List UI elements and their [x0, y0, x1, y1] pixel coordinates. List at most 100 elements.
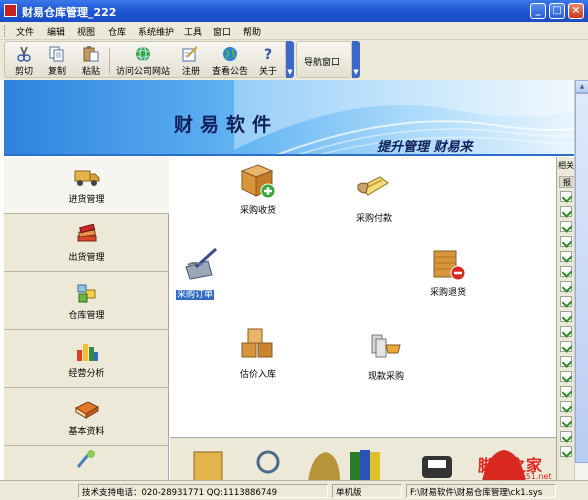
svg-text:?: ? — [264, 47, 272, 62]
purchase-payment-label: 采购付款 — [355, 214, 392, 224]
menu-view[interactable]: 视图 — [77, 25, 95, 38]
truck-icon — [74, 166, 100, 188]
order-icon — [182, 247, 222, 283]
scroll-thumb[interactable] — [575, 93, 588, 463]
globe-icon — [134, 46, 152, 62]
menu-grip — [4, 25, 7, 37]
scissors-icon — [15, 46, 33, 62]
related-row[interactable] — [560, 446, 572, 457]
maximize-button[interactable]: □ — [549, 3, 565, 19]
related-row[interactable] — [560, 206, 572, 217]
view-notice-button[interactable]: 查看公告 — [210, 46, 250, 78]
nav-label-purchase: 进货管理 — [68, 195, 105, 205]
banner: 财易软件 提升管理 财易来 — [4, 80, 574, 156]
related-row[interactable] — [560, 386, 572, 397]
related-row[interactable] — [560, 326, 572, 337]
menu-edit[interactable]: 编辑 — [47, 25, 65, 38]
toolbar-group-nav: 导航窗口 — [296, 41, 352, 78]
toolbar-nav-chevron-icon[interactable]: ▼ — [352, 41, 360, 78]
menu-window[interactable]: 窗口 — [213, 25, 231, 38]
related-panel-header: 报 — [559, 176, 574, 188]
box-add-icon — [238, 163, 278, 199]
nav-item-basic-data[interactable]: 基本资料 — [4, 389, 169, 446]
menu-tools[interactable]: 工具 — [184, 25, 202, 38]
nav-item-purchase[interactable]: 进货管理 — [4, 157, 169, 214]
book-icon — [74, 398, 100, 420]
content-area: 采购收货 采购付款 采购订单 采购退货 估价入库 现款采购 — [170, 157, 556, 437]
related-row[interactable] — [560, 416, 572, 427]
related-row[interactable] — [560, 266, 572, 277]
estimate-stock-in-item[interactable]: 估价入库 — [228, 327, 288, 380]
visit-website-label: 访问公司网站 — [115, 67, 170, 77]
nav-item-analysis[interactable]: 经营分析 — [4, 331, 169, 388]
status-bar: 技术支持电话：020-28931771 QQ:1113886749 单机版 F:… — [0, 480, 588, 500]
related-row[interactable] — [560, 341, 572, 352]
purchase-receive-label: 采购收货 — [239, 206, 276, 216]
nav-window-button[interactable]: 导航窗口 — [304, 55, 340, 68]
app-icon — [4, 4, 17, 17]
paste-label: 粘贴 — [81, 67, 100, 77]
paste-button[interactable]: 粘贴 — [79, 46, 103, 78]
menu-help[interactable]: 帮助 — [243, 25, 261, 38]
purchase-order-label-wrap: 采购订单 — [176, 287, 230, 300]
cash-icon — [366, 329, 406, 365]
menu-system[interactable]: 系统维护 — [138, 25, 174, 38]
help-icon: ? — [259, 46, 277, 63]
toolbar-separator — [109, 48, 110, 74]
boxes-icon — [238, 327, 278, 363]
payment-icon — [354, 171, 394, 207]
purchase-payment-item[interactable]: 采购付款 — [344, 171, 404, 224]
status-support: 技术支持电话：020-28931771 QQ:1113886749 — [78, 484, 328, 498]
menu-warehouse[interactable]: 仓库 — [108, 25, 126, 38]
nav-label-warehouse: 仓库管理 — [68, 311, 105, 321]
window-title: 财易仓库管理_222 — [22, 6, 117, 19]
menu-file[interactable]: 文件 — [16, 25, 34, 38]
toolbar-group-main: 剪切 复制 粘贴 访问公司网站 注册 查看公告 ? 关于 — [4, 41, 286, 78]
estimate-stock-in-label: 估价入库 — [239, 370, 276, 380]
related-row[interactable] — [560, 431, 572, 442]
related-row[interactable] — [560, 281, 572, 292]
cash-purchase-item[interactable]: 现款采购 — [356, 329, 416, 382]
related-row[interactable] — [560, 221, 572, 232]
related-row[interactable] — [560, 371, 572, 382]
related-row[interactable] — [560, 401, 572, 412]
copy-label: 复制 — [47, 67, 66, 77]
register-label: 注册 — [181, 67, 200, 77]
related-row[interactable] — [560, 296, 572, 307]
related-row[interactable] — [560, 236, 572, 247]
minimize-button[interactable]: _ — [530, 3, 546, 19]
box-remove-icon — [428, 245, 468, 281]
related-row[interactable] — [560, 356, 572, 367]
purchase-return-label: 采购退货 — [429, 288, 466, 298]
related-row[interactable] — [560, 191, 572, 202]
toolbar: 剪切 复制 粘贴 访问公司网站 注册 查看公告 ? 关于 ▼ 导航窗口 ▼ — [0, 40, 588, 80]
menu-bar: 文件 编辑 视图 仓库 系统维护 工具 窗口 帮助 — [0, 22, 588, 40]
view-notice-label: 查看公告 — [211, 67, 248, 77]
about-button[interactable]: ? 关于 — [256, 46, 280, 78]
related-panel: 相关 报 — [556, 157, 574, 480]
register-button[interactable]: 注册 — [179, 46, 203, 78]
tools-icon — [74, 449, 100, 469]
cut-label: 剪切 — [14, 67, 33, 77]
title-bar: 财易仓库管理_222 _ □ × — [0, 0, 588, 22]
toolbar-overflow-chevron-icon[interactable]: ▼ — [286, 41, 294, 78]
purchase-return-item[interactable]: 采购退货 — [418, 245, 478, 298]
nav-item-sales[interactable]: 出货管理 — [4, 215, 169, 272]
close-button[interactable]: × — [568, 3, 584, 19]
purchase-order-item[interactable]: 采购订单 — [176, 247, 230, 300]
register-icon — [182, 46, 200, 62]
vertical-scrollbar[interactable]: ▲ — [574, 80, 588, 480]
about-label: 关于 — [258, 67, 277, 77]
related-panel-title: 相关 — [558, 161, 574, 170]
visit-website-button[interactable]: 访问公司网站 — [113, 46, 173, 78]
nav-item-warehouse[interactable]: 仓库管理 — [4, 273, 169, 330]
banner-title: 财易软件 — [174, 114, 279, 136]
copy-button[interactable]: 复制 — [45, 46, 69, 78]
purchase-order-label: 采购订单 — [176, 290, 215, 300]
purchase-receive-item[interactable]: 采购收货 — [228, 163, 288, 216]
related-row[interactable] — [560, 251, 572, 262]
scroll-up-button[interactable]: ▲ — [575, 80, 588, 93]
related-row[interactable] — [560, 311, 572, 322]
copy-icon — [48, 46, 66, 62]
cut-button[interactable]: 剪切 — [12, 46, 36, 78]
